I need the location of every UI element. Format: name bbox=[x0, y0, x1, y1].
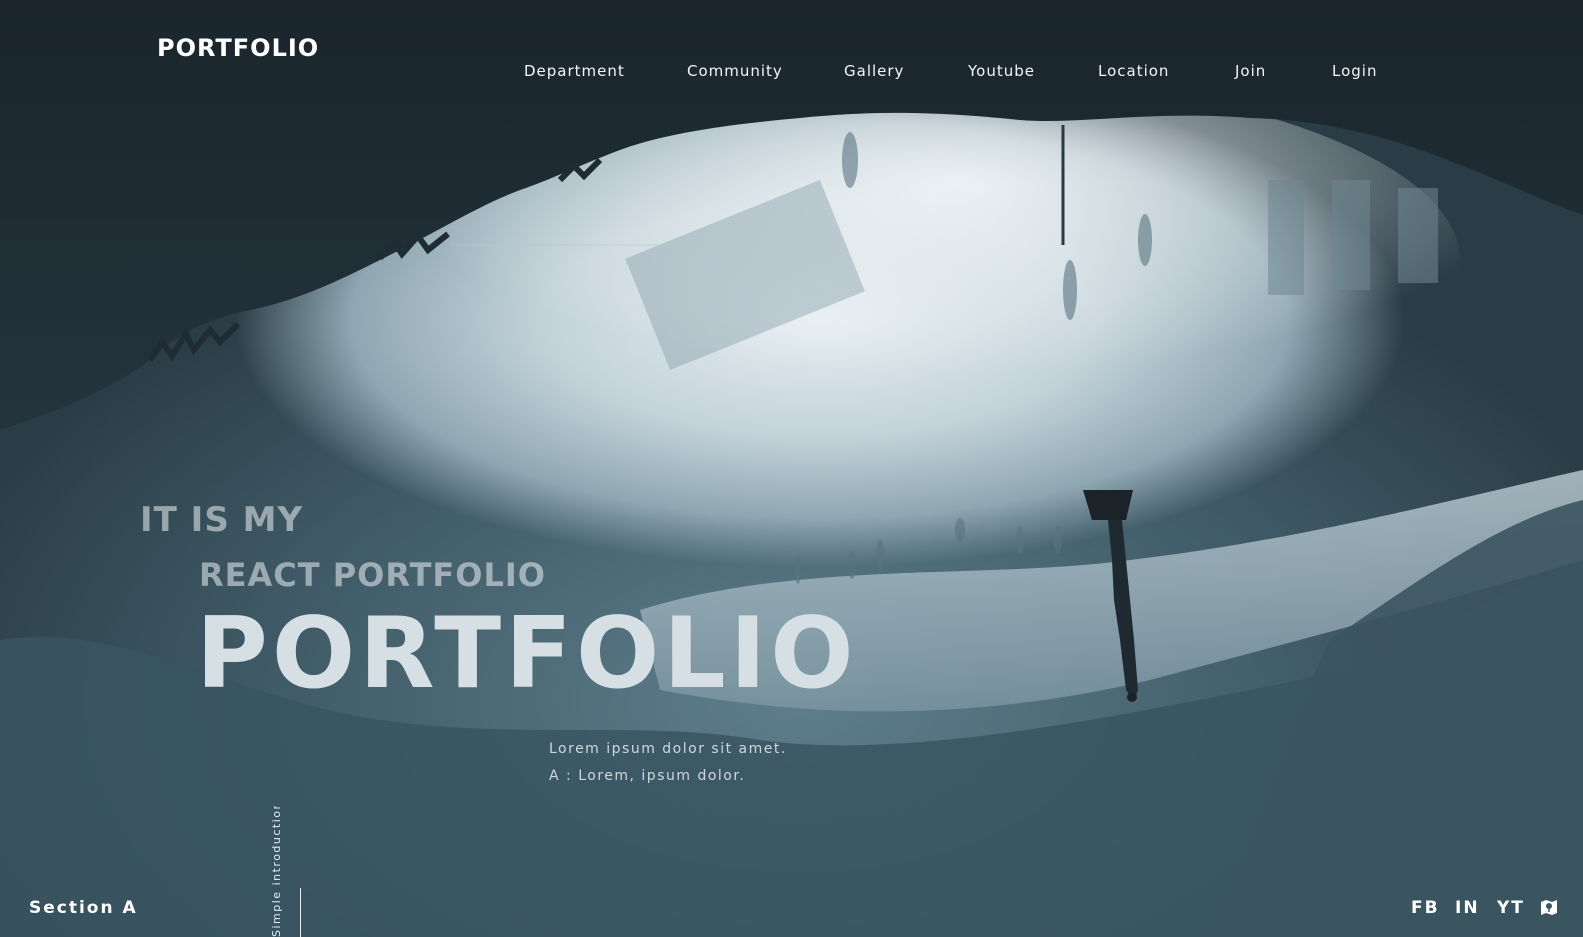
social-link-yt[interactable]: YT bbox=[1497, 898, 1525, 918]
underwater-cave-illustration bbox=[0, 0, 1583, 937]
section-label: Section A bbox=[29, 898, 138, 918]
top-navigation: Department Community Gallery Youtube Loc… bbox=[524, 62, 1583, 86]
hero-background bbox=[0, 0, 1583, 937]
vertical-divider bbox=[300, 888, 301, 937]
nav-item-join[interactable]: Join bbox=[1235, 62, 1266, 80]
nav-item-department[interactable]: Department bbox=[524, 62, 625, 80]
nav-item-location[interactable]: Location bbox=[1098, 62, 1169, 80]
nav-item-community[interactable]: Community bbox=[687, 62, 783, 80]
hero-subtext-2: A : Lorem, ipsum dolor. bbox=[549, 768, 746, 784]
hero-heading-line2: REACT PORTFOLIO bbox=[199, 556, 546, 594]
hero-title: PORTFOLIO bbox=[196, 597, 858, 711]
nav-item-youtube[interactable]: Youtube bbox=[968, 62, 1035, 80]
social-link-fb[interactable]: FB bbox=[1411, 898, 1440, 918]
hero-heading-line1: IT IS MY bbox=[140, 500, 304, 540]
map-icon[interactable] bbox=[1540, 898, 1558, 920]
brand-logo[interactable]: PORTFOLIO bbox=[157, 34, 319, 62]
hero-subtext-1: Lorem ipsum dolor sit amet. bbox=[549, 741, 787, 757]
social-links: FB IN YT bbox=[1411, 898, 1571, 920]
nav-item-login[interactable]: Login bbox=[1332, 62, 1377, 80]
social-link-in[interactable]: IN bbox=[1455, 898, 1480, 918]
vertical-caption-wrap: Simple introduction bbox=[270, 806, 286, 937]
vertical-caption: Simple introduction bbox=[270, 806, 283, 937]
nav-item-gallery[interactable]: Gallery bbox=[844, 62, 904, 80]
